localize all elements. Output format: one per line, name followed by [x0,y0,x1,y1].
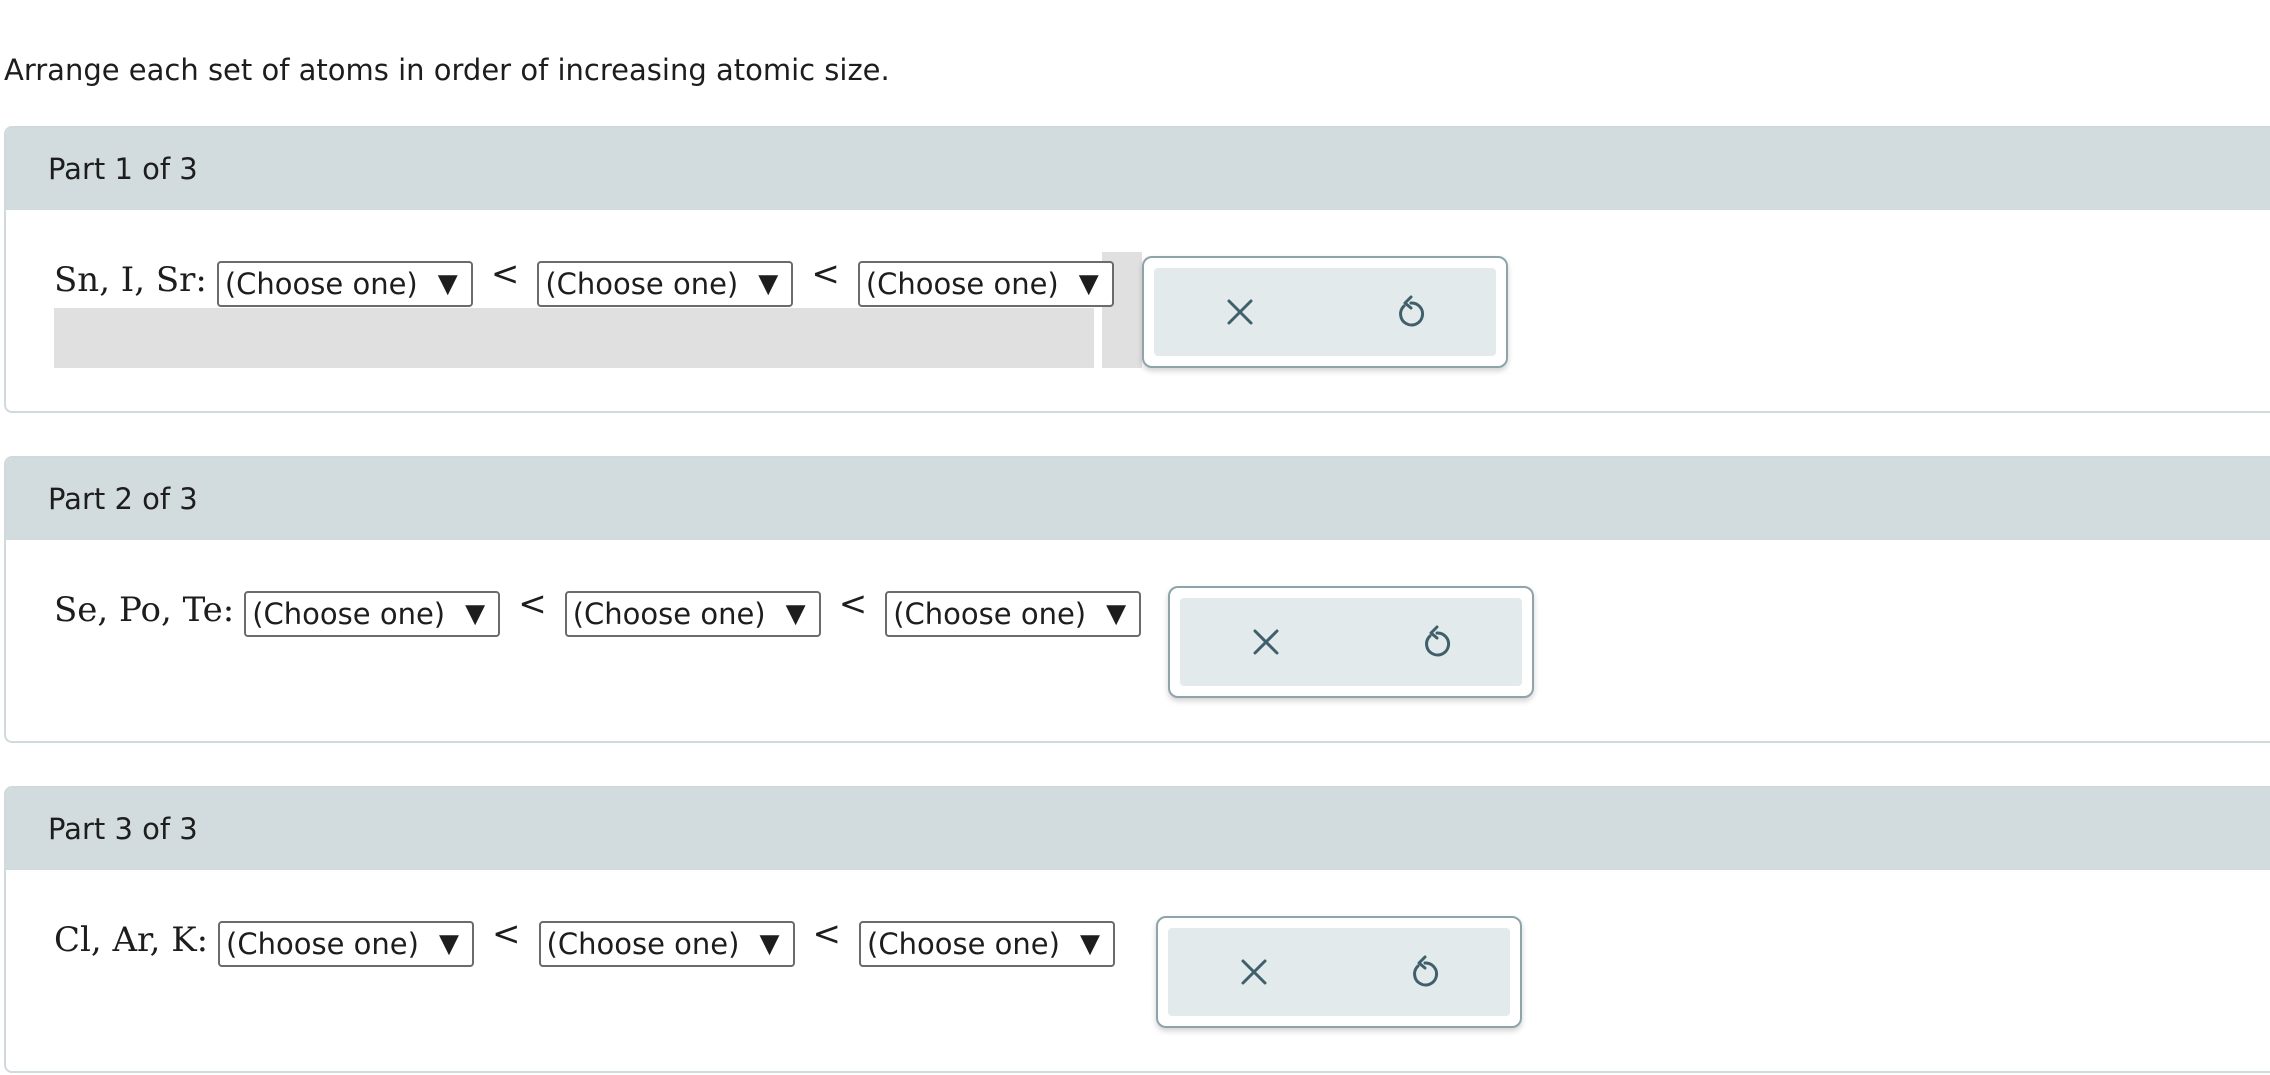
part-1-header: Part 1 of 3 [6,128,2270,210]
select-value: (Choose one) [893,597,1087,631]
select-value: (Choose one) [546,927,740,961]
triangle-down-icon: ▼ [759,929,780,959]
part-3-panel: Part 3 of 3 Cl, Ar, K: (Choose one) ▼ < … [4,786,2270,1073]
part-title: Part 2 of 3 [48,482,198,516]
part-3-header: Part 3 of 3 [6,788,2270,870]
select-value: (Choose one) [867,927,1060,961]
triangle-down-icon: ▼ [1079,929,1100,959]
select-value: (Choose one) [226,927,419,961]
less-than-sign: < [812,914,842,954]
atom-select-3[interactable]: (Choose one) ▼ [859,921,1116,967]
answer-actions [1156,916,1522,1028]
less-than-sign: < [518,584,547,624]
clear-button[interactable] [1168,928,1339,1016]
triangle-down-icon: ▼ [437,269,458,299]
part-title: Part 1 of 3 [48,152,198,186]
select-value: (Choose one) [865,267,1059,301]
part-1-answer-row: Sn, I, Sr: (Choose one) ▼ < (Choose one)… [54,254,1114,307]
x-icon [1241,959,1266,985]
action-toolbar [1168,928,1510,1016]
part-3-answer-row: Cl, Ar, K: (Choose one) ▼ < (Choose one)… [54,914,1116,967]
less-than-sign: < [490,254,520,294]
less-than-sign: < [838,584,868,624]
atoms-label: Cl, Ar, K: [54,920,209,960]
atom-select-1[interactable]: (Choose one) ▼ [244,591,501,637]
reset-button[interactable] [1339,928,1510,1016]
triangle-down-icon: ▼ [438,929,459,959]
reset-button[interactable] [1325,268,1496,356]
atom-select-2[interactable]: (Choose one) ▼ [538,921,795,967]
select-value: (Choose one) [572,597,766,631]
triangle-down-icon: ▼ [465,599,486,629]
reset-button[interactable] [1351,598,1522,686]
atoms-label: Sn, I, Sr: [54,260,207,300]
answer-actions [1168,586,1534,698]
answer-actions [1142,256,1508,368]
triangle-down-icon: ▼ [1078,269,1099,299]
x-icon [1227,299,1252,325]
undo-icon [1424,625,1450,657]
atom-select-1[interactable]: (Choose one) ▼ [216,261,473,307]
triangle-down-icon: ▼ [758,269,779,299]
less-than-sign: < [811,254,840,294]
part-2-header: Part 2 of 3 [6,458,2270,540]
action-toolbar [1154,268,1496,356]
part-1-panel: Part 1 of 3 Sn, I, Sr: (Choose one) ▼ < … [4,126,2270,413]
answer-highlight [54,308,1094,368]
atom-select-3[interactable]: (Choose one) ▼ [885,591,1142,637]
instruction-text: Arrange each set of atoms in order of in… [4,53,890,87]
atom-select-1[interactable]: (Choose one) ▼ [218,921,475,967]
atom-select-2[interactable]: (Choose one) ▼ [564,591,821,637]
part-2-answer-row: Se, Po, Te: (Choose one) ▼ < (Choose one… [54,584,1142,637]
atom-select-2[interactable]: (Choose one) ▼ [537,261,794,307]
select-value: (Choose one) [224,267,418,301]
clear-button[interactable] [1154,268,1325,356]
atoms-label: Se, Po, Te: [54,590,235,630]
undo-icon [1398,295,1424,327]
select-value: (Choose one) [545,267,739,301]
action-toolbar [1180,598,1522,686]
less-than-sign: < [492,914,521,954]
clear-button[interactable] [1180,598,1351,686]
triangle-down-icon: ▼ [1106,599,1127,629]
atom-select-3[interactable]: (Choose one) ▼ [857,261,1114,307]
x-icon [1253,629,1278,655]
undo-icon [1412,955,1438,987]
part-title: Part 3 of 3 [48,812,198,846]
select-value: (Choose one) [252,597,446,631]
part-2-panel: Part 2 of 3 Se, Po, Te: (Choose one) ▼ <… [4,456,2270,743]
triangle-down-icon: ▼ [785,599,806,629]
